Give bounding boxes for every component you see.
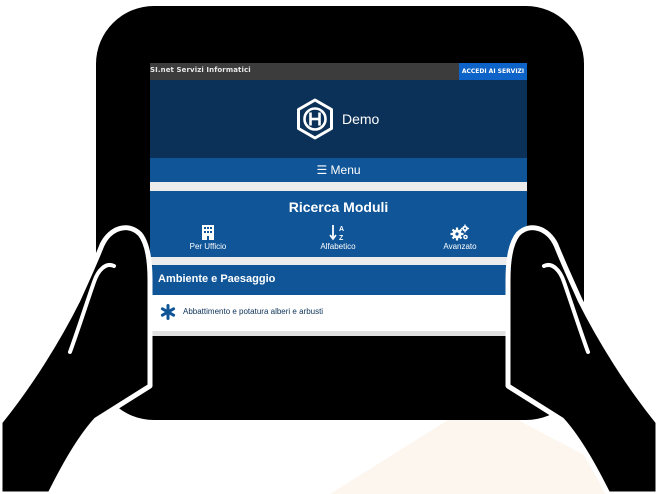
list-item[interactable]: Abbattimento e potatura alberi e arbusti	[150, 295, 527, 331]
hexagon-logo-icon[interactable]	[293, 97, 337, 141]
site-header: Demo	[150, 80, 527, 158]
asterisk-icon	[160, 304, 176, 320]
logo-text: Demo	[342, 111, 380, 127]
search-panel: Ricerca Moduli Per Ufficio A Z Alfabetic…	[150, 191, 527, 257]
category-header[interactable]: Ambiente e Paesaggio	[150, 265, 527, 295]
brand-link[interactable]: SI.net Servizi Informatici	[150, 66, 251, 74]
search-option-alfabetico[interactable]: A Z Alfabetico	[298, 224, 378, 251]
option-label: Per Ufficio	[189, 242, 227, 251]
divider	[150, 257, 527, 265]
search-option-avanzato[interactable]: Avanzato	[420, 224, 500, 251]
top-bar: SI.net Servizi Informatici ACCEDI AI SER…	[150, 63, 527, 80]
list-item-label[interactable]: Abbattimento e potatura alberi e arbusti	[183, 307, 323, 316]
svg-text:A: A	[339, 226, 344, 233]
building-icon	[202, 225, 214, 240]
sort-alpha-icon: A Z	[329, 225, 344, 241]
category-title: Ambiente e Paesaggio	[158, 273, 276, 285]
tablet-screen: SI.net Servizi Informatici ACCEDI AI SER…	[150, 63, 527, 386]
option-label: Avanzato	[443, 242, 477, 251]
search-option-per-ufficio[interactable]: Per Ufficio	[168, 224, 248, 251]
access-services-button[interactable]: ACCEDI AI SERVIZI	[459, 63, 527, 80]
menu-button[interactable]: ☰ Menu	[150, 158, 527, 182]
gears-icon	[450, 224, 469, 241]
divider	[150, 182, 527, 191]
option-label: Alfabetico	[320, 242, 356, 251]
search-title: Ricerca Moduli	[288, 199, 389, 215]
svg-text:Z: Z	[339, 235, 344, 241]
card-footer	[150, 331, 527, 336]
